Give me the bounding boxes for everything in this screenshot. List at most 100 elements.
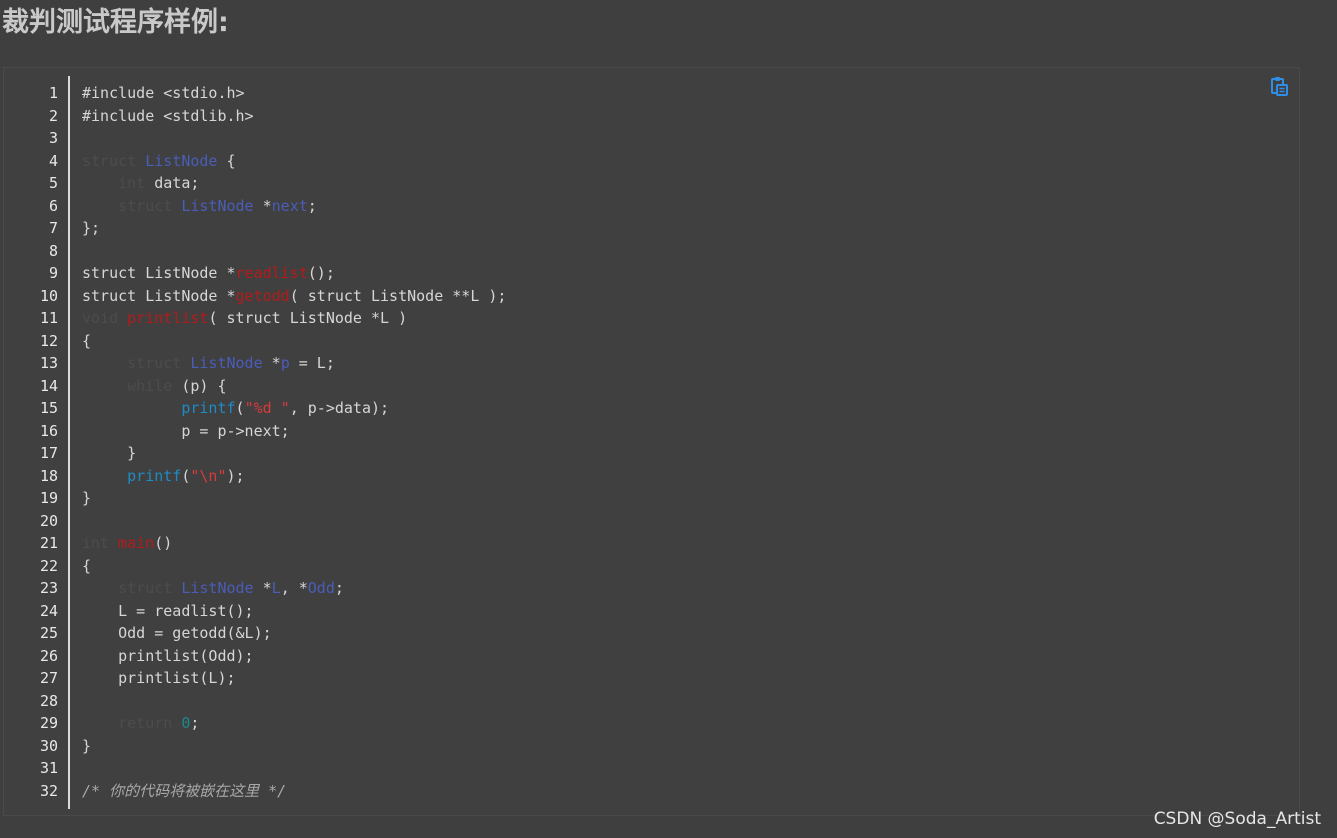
code-token: { bbox=[217, 151, 236, 170]
line-number: 12 bbox=[39, 331, 58, 350]
line-number: 25 bbox=[39, 624, 58, 642]
code-block: 1 2 3 4 5 6 7 8 9 10 11 12 13 14 15 16 17 18 19 20 21 22 23 24 2… bbox=[3, 67, 1300, 816]
line-number: 13 bbox=[39, 354, 58, 372]
code-token: Odd = getodd(&L); bbox=[82, 624, 272, 642]
code-token: * bbox=[262, 354, 281, 372]
code-token: ( struct ListNode **L ); bbox=[289, 286, 507, 305]
code-token: data; bbox=[145, 174, 200, 192]
code-token: , p->data); bbox=[289, 399, 390, 417]
line-number: 31 bbox=[39, 759, 58, 777]
code-line: struct ListNode *L, *Odd; bbox=[82, 577, 506, 600]
code-token: ListNode bbox=[181, 196, 254, 215]
code-line: while (p) { bbox=[82, 375, 506, 398]
code-token: "\n" bbox=[190, 466, 227, 485]
code-token: (); bbox=[307, 264, 335, 282]
line-number: 26 bbox=[39, 646, 58, 665]
line-number: 23 bbox=[39, 579, 58, 597]
code-token: struct bbox=[127, 354, 182, 372]
code-line: struct ListNode *next; bbox=[82, 195, 506, 218]
line-number: 22 bbox=[39, 556, 58, 575]
code-token: ( bbox=[235, 399, 245, 417]
line-number: 32 bbox=[39, 781, 58, 800]
line-number: 5 bbox=[48, 174, 58, 192]
code-line: printf("\n"); bbox=[82, 465, 506, 488]
line-number: 8 bbox=[48, 241, 58, 260]
code-line: } bbox=[82, 735, 506, 758]
code-token: () bbox=[154, 534, 173, 552]
code-line: /* 你的代码将被嵌在这里 */ bbox=[82, 780, 506, 803]
code-token: = L; bbox=[289, 354, 335, 372]
code-content[interactable]: #include <stdio.h> #include <stdlib.h> st… bbox=[82, 82, 506, 802]
code-line: #include <stdio.h> bbox=[82, 82, 506, 105]
line-number: 2 bbox=[48, 106, 58, 125]
code-token: ListNode bbox=[145, 151, 218, 170]
code-token: printf bbox=[181, 399, 236, 417]
code-token: struct ListNode * bbox=[82, 264, 236, 282]
line-number: 4 bbox=[48, 151, 58, 170]
code-token: printf bbox=[127, 466, 182, 485]
gutter-divider bbox=[68, 76, 70, 809]
code-token: #include <stdio.h> bbox=[82, 84, 245, 102]
code-token: { bbox=[82, 556, 92, 575]
line-number: 24 bbox=[39, 601, 58, 620]
code-line: p = p->next; bbox=[82, 420, 506, 443]
code-token: ); bbox=[226, 466, 245, 485]
code-line: void printlist( struct ListNode *L ) bbox=[82, 307, 506, 330]
code-token: } bbox=[82, 736, 92, 755]
code-token: * bbox=[253, 196, 272, 215]
code-token: } bbox=[82, 489, 92, 507]
code-line: { bbox=[82, 330, 506, 353]
line-number: 9 bbox=[48, 264, 58, 282]
code-token: ; bbox=[334, 579, 344, 597]
line-number: 19 bbox=[39, 489, 58, 507]
code-token: L bbox=[271, 579, 281, 597]
code-token: Odd bbox=[307, 579, 335, 597]
code-token: * bbox=[253, 579, 272, 597]
line-number: 18 bbox=[39, 466, 58, 485]
code-token: while bbox=[127, 376, 173, 395]
code-token: ListNode bbox=[181, 579, 254, 597]
line-number: 15 bbox=[39, 399, 58, 417]
code-line: Odd = getodd(&L); bbox=[82, 622, 506, 645]
line-number: 11 bbox=[39, 309, 58, 327]
code-line: #include <stdlib.h> bbox=[82, 105, 506, 128]
code-token: }; bbox=[82, 219, 101, 237]
code-line: struct ListNode *p = L; bbox=[82, 352, 506, 375]
line-number: 10 bbox=[39, 286, 58, 305]
code-token: #include <stdlib.h> bbox=[82, 106, 254, 125]
line-number: 29 bbox=[39, 714, 58, 732]
line-number: 30 bbox=[39, 736, 58, 755]
code-line: printf("%d ", p->data); bbox=[82, 397, 506, 420]
code-line: } bbox=[82, 487, 506, 510]
code-token: main bbox=[118, 534, 155, 552]
copy-button[interactable] bbox=[1269, 76, 1289, 96]
code-token: printlist(L); bbox=[82, 669, 236, 687]
code-line: } bbox=[82, 442, 506, 465]
code-token: "%d " bbox=[244, 399, 290, 417]
code-line: int main() bbox=[82, 532, 506, 555]
code-token: int bbox=[82, 534, 110, 552]
code-token: int bbox=[118, 174, 146, 192]
code-token: struct ListNode * bbox=[82, 286, 236, 305]
line-number: 21 bbox=[39, 534, 58, 552]
code-token: struct bbox=[118, 579, 173, 597]
code-token: ListNode bbox=[190, 354, 263, 372]
code-token: /* 你的代码将被嵌在这里 */ bbox=[82, 781, 287, 800]
code-token: p bbox=[280, 354, 290, 372]
code-token: ; bbox=[190, 714, 200, 732]
code-token: L = readlist(); bbox=[82, 601, 254, 620]
line-number: 27 bbox=[39, 669, 58, 687]
code-line: int data; bbox=[82, 172, 506, 195]
watermark: CSDN @Soda_Artist bbox=[1153, 809, 1321, 829]
